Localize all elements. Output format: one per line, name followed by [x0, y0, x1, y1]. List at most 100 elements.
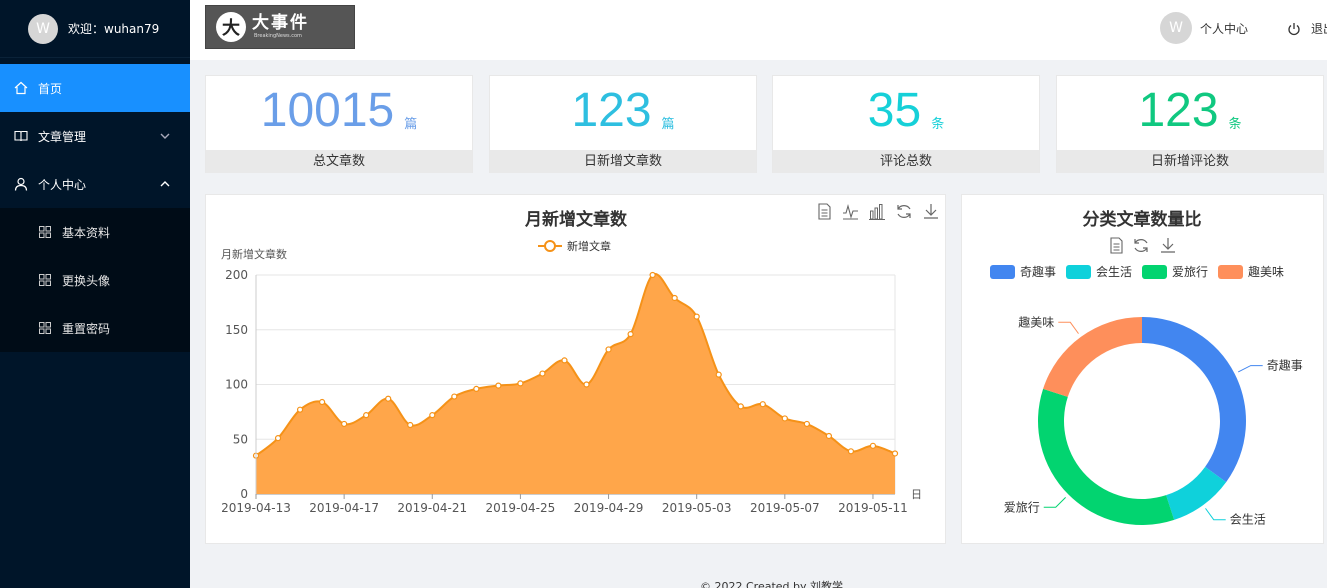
area-chart: 月新增文章数 新增文章 月新增文章数 日 0 50 100 150 200 2019-04… [221, 203, 938, 515]
bar-chart-icon[interactable] [869, 204, 885, 220]
sidebar-item-articles[interactable]: 文章管理 [0, 112, 190, 160]
data-point[interactable] [451, 393, 458, 400]
stat-card-total-comments: 35 条 评论总数 [772, 75, 1040, 173]
stat-label: 日新增评论数 [1057, 150, 1323, 173]
slice-label: 会生活 [1230, 513, 1266, 527]
label-leader-line [1058, 321, 1079, 334]
stat-value: 10015 [260, 84, 395, 137]
legend-label: 趣美味 [1248, 264, 1284, 279]
sidebar-item-home[interactable]: 首页 [0, 64, 190, 112]
data-point[interactable] [319, 398, 326, 406]
data-point[interactable] [715, 371, 722, 378]
data-view-icon[interactable] [818, 203, 831, 220]
stat-value: 123 [571, 84, 652, 137]
logo-title: 大事件 [252, 13, 309, 33]
data-point[interactable] [759, 401, 766, 408]
header-user-center[interactable]: W 个人中心 [1160, 12, 1248, 44]
data-point[interactable] [869, 442, 877, 449]
avatar[interactable]: W [28, 13, 58, 44]
data-view-icon[interactable] [1110, 237, 1123, 254]
x-tick-label: 2019-04-13 [221, 501, 291, 515]
y-tick-label: 200 [225, 268, 248, 282]
data-point[interactable] [473, 385, 480, 392]
data-point[interactable] [737, 403, 744, 410]
data-point[interactable] [627, 331, 634, 338]
restore-icon[interactable] [897, 205, 911, 218]
legend-swatch [990, 265, 1015, 279]
pie-chart-panel: 分类文章数量比 奇趣事 会生活 爱旅行 趣美味 奇趣事 会生活 爱旅行 趣美味 [961, 194, 1324, 544]
welcome-text: 欢迎：wuhan79 [68, 22, 160, 36]
sidebar-item-profile[interactable]: 个人中心 [0, 160, 190, 208]
legend-label: 会生活 [1096, 265, 1132, 279]
restore-icon[interactable] [1134, 239, 1148, 252]
pie-slice[interactable] [1142, 317, 1246, 483]
chevron-up-icon [158, 177, 172, 191]
slice-label: 奇趣事 [1267, 358, 1303, 373]
legend-label: 新增文章 [567, 239, 611, 253]
data-point[interactable] [693, 313, 700, 320]
data-point[interactable] [649, 271, 656, 279]
side-menu: 首页 文章管理 个人中心 基本资料 更换头像 重置密码 [0, 64, 190, 352]
label-leader-line [1238, 365, 1263, 373]
data-point[interactable] [385, 395, 392, 402]
y-axis-label: 月新增文章数 [221, 247, 287, 261]
legend-label: 爱旅行 [1172, 265, 1208, 279]
sidebar-item-reset-password[interactable]: 重置密码 [0, 304, 190, 352]
sidebar-item-basic-info[interactable]: 基本资料 [0, 208, 190, 256]
data-point[interactable] [671, 294, 678, 302]
y-tick-label: 0 [240, 487, 248, 501]
chart-legend[interactable]: 新增文章 [538, 239, 611, 253]
data-point[interactable] [781, 415, 788, 422]
stat-unit: 篇 [404, 117, 418, 132]
sidebar-item-label: 首页 [38, 81, 63, 96]
data-point[interactable] [296, 406, 304, 413]
logo-subtitle: BreakingNews.com [254, 33, 302, 39]
x-tick-label: 2019-04-17 [309, 501, 379, 515]
data-point[interactable] [825, 432, 832, 440]
sidebar-item-label: 重置密码 [62, 321, 111, 336]
data-point[interactable] [847, 448, 855, 455]
download-icon[interactable] [1161, 238, 1175, 253]
x-tick-label: 2019-05-11 [838, 501, 908, 515]
logo[interactable]: 大 大事件 BreakingNews.com [205, 5, 355, 49]
stat-unit: 条 [931, 117, 945, 132]
data-point[interactable] [605, 346, 612, 353]
chart-title: 分类文章数量比 [1083, 209, 1202, 230]
data-point[interactable] [561, 357, 568, 364]
pie-slice[interactable] [1043, 317, 1142, 397]
data-point[interactable] [539, 370, 546, 377]
logout-button[interactable]: 退出 [1287, 20, 1327, 37]
x-tick-label: 2019-04-21 [397, 501, 467, 515]
legend-swatch [1142, 265, 1167, 279]
legend-item[interactable]: 会生活 [1066, 265, 1132, 279]
legend-item[interactable]: 趣美味 [1218, 264, 1284, 279]
stat-unit: 条 [1228, 117, 1242, 132]
data-point[interactable] [407, 421, 414, 429]
data-point[interactable] [274, 435, 282, 442]
logo-mark: 大 [216, 12, 246, 42]
line-chart-icon[interactable] [843, 203, 858, 220]
user-center-link: 个人中心 [1200, 21, 1249, 36]
data-point[interactable] [341, 420, 348, 428]
book-icon [14, 129, 28, 143]
data-point[interactable] [363, 412, 370, 419]
data-point[interactable] [429, 412, 436, 419]
download-icon[interactable] [924, 204, 938, 219]
x-tick-label: 2019-04-29 [574, 501, 644, 515]
stat-unit: 篇 [661, 117, 675, 132]
profile-submenu: 基本资料 更换头像 重置密码 [0, 208, 190, 352]
stat-value: 123 [1138, 84, 1219, 137]
legend-item[interactable]: 爱旅行 [1142, 265, 1208, 279]
data-point[interactable] [517, 380, 524, 387]
stat-card-daily-articles: 123 篇 日新增文章数 [489, 75, 757, 173]
chart-title: 月新增文章数 [524, 209, 628, 230]
sidebar-item-change-avatar[interactable]: 更换头像 [0, 256, 190, 304]
data-point[interactable] [891, 450, 899, 457]
legend-item[interactable]: 奇趣事 [990, 264, 1056, 279]
stat-label: 日新增文章数 [490, 150, 756, 173]
area-fill [256, 273, 895, 494]
data-point[interactable] [495, 382, 502, 389]
data-point[interactable] [803, 420, 810, 428]
legend-swatch [1066, 265, 1091, 279]
data-point[interactable] [583, 381, 590, 388]
